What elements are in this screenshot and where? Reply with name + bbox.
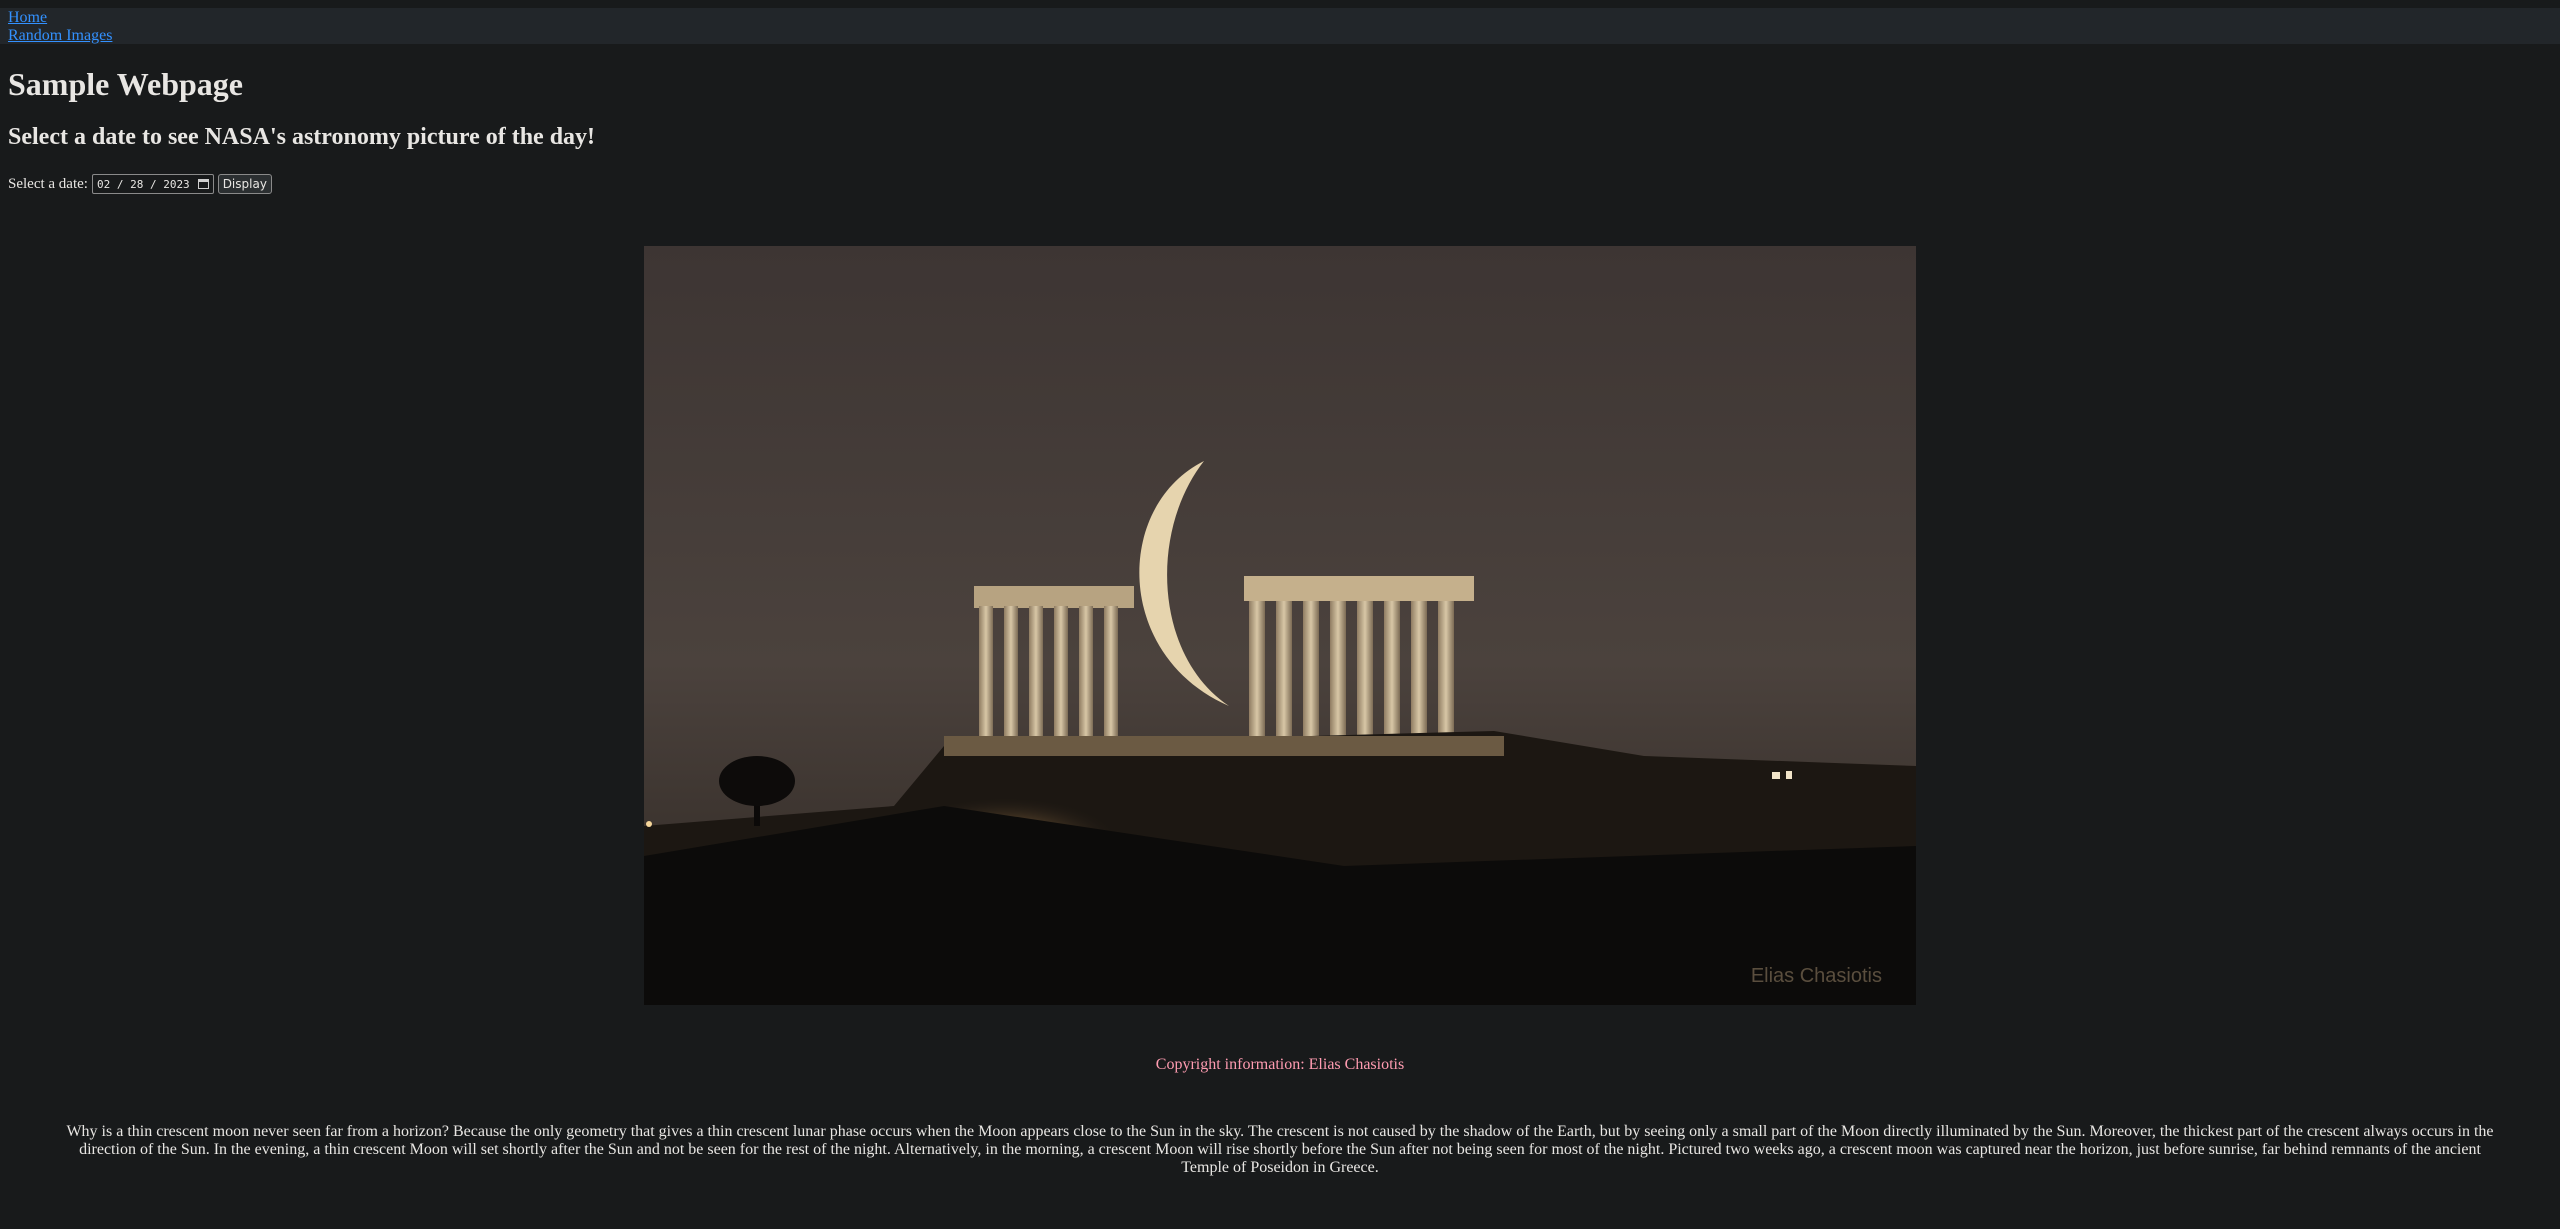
apod-image: Elias Chasiotis [644,246,1916,1005]
date-input[interactable]: 02 / 28 / 2023 [91,174,214,194]
date-picker-row: Select a date: 02 / 28 / 2023 Display [8,172,272,196]
random-images-link[interactable]: Random Images [8,27,112,45]
calendar-icon[interactable] [197,179,209,189]
date-value: 02 / 28 / 2023 [96,177,190,191]
copyright-info: Copyright information: Elias Chasiotis [1155,1056,1405,1073]
date-label: Select a date: [8,175,88,192]
page-title: Sample Webpage [8,66,243,102]
top-nav: Home Random Images [0,8,2560,44]
page-subtitle: Select a date to see NASA's astronomy pi… [8,124,596,150]
display-button[interactable]: Display [217,174,272,194]
apod-explanation: Why is a thin crescent moon never seen f… [66,1123,2494,1176]
apod-watermark: Elias Chasiotis [1751,965,1882,987]
home-link[interactable]: Home [8,9,47,27]
